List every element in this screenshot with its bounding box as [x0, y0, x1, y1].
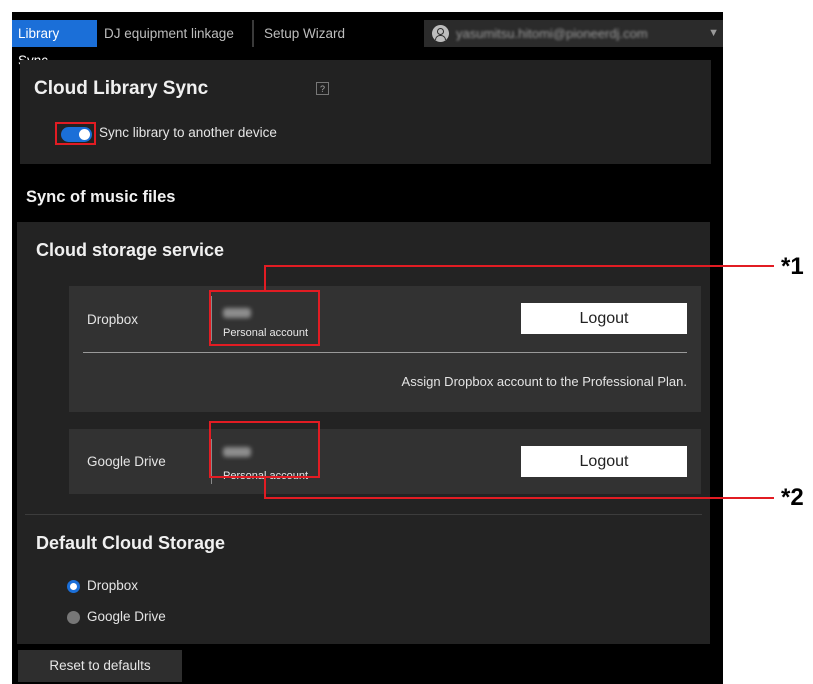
- google-drive-row: Google Drive Personal account Logout: [69, 429, 701, 494]
- callout-line-1-vertical: [264, 265, 266, 291]
- tab-setup-wizard[interactable]: Setup Wizard: [258, 20, 354, 47]
- help-icon[interactable]: ?: [316, 82, 329, 95]
- assign-dropbox-link[interactable]: Assign Dropbox account to the Profession…: [402, 374, 687, 389]
- dropbox-label: Dropbox: [87, 312, 139, 327]
- cloud-library-sync-panel: Cloud Library Sync ?: [20, 60, 711, 164]
- sync-toggle-highlight: [55, 122, 96, 145]
- user-email: yasumitsu.hitomi@pioneerdj.com: [456, 26, 648, 41]
- account-highlight-2: [209, 421, 320, 478]
- footnote-marker-1: *1: [781, 253, 804, 280]
- tab-bar: Library Sync DJ equipment linkage Setup …: [12, 12, 723, 68]
- chevron-down-icon: ▼: [708, 27, 719, 39]
- callout-line-2-horizontal: [264, 497, 774, 499]
- sync-library-toggle[interactable]: [61, 127, 92, 142]
- account-highlight-1: [209, 290, 320, 346]
- default-cloud-storage-title: Default Cloud Storage: [36, 533, 226, 553]
- radio-google-drive-label: Google Drive: [87, 609, 166, 624]
- account-menu[interactable]: yasumitsu.hitomi@pioneerdj.com ▼: [424, 20, 723, 47]
- google-drive-label: Google Drive: [87, 454, 166, 469]
- reset-to-defaults-button[interactable]: Reset to defaults: [18, 650, 182, 682]
- panel-divider: [25, 514, 702, 515]
- callout-line-1-horizontal: [264, 265, 774, 267]
- toggle-knob: [79, 129, 90, 140]
- tab-separator: [252, 20, 254, 47]
- dropbox-logout-button[interactable]: Logout: [521, 303, 687, 334]
- dropbox-row: Dropbox Personal account Logout Assign D…: [69, 286, 701, 412]
- footnote-marker-2: *2: [781, 484, 804, 511]
- callout-line-2-vertical: [264, 478, 266, 498]
- sync-library-label: Sync library to another device: [99, 125, 277, 140]
- tab-library-sync[interactable]: Library Sync: [12, 20, 97, 68]
- tab-dj-equipment-linkage[interactable]: DJ equipment linkage: [98, 20, 242, 47]
- user-icon: [432, 25, 449, 42]
- radio-dropbox-label: Dropbox: [87, 578, 139, 593]
- cloud-storage-panel: Cloud storage service Dropbox Personal a…: [17, 222, 710, 644]
- app-window: Library Sync DJ equipment linkage Setup …: [12, 12, 723, 684]
- sync-music-files-title: Sync of music files: [26, 188, 176, 206]
- row-divider: [83, 352, 687, 353]
- google-drive-logout-button[interactable]: Logout: [521, 446, 687, 477]
- radio-selected-icon: [67, 580, 80, 593]
- cloud-library-sync-title: Cloud Library Sync: [34, 78, 209, 99]
- cloud-storage-title: Cloud storage service: [36, 240, 225, 260]
- radio-unselected-icon: [67, 611, 80, 624]
